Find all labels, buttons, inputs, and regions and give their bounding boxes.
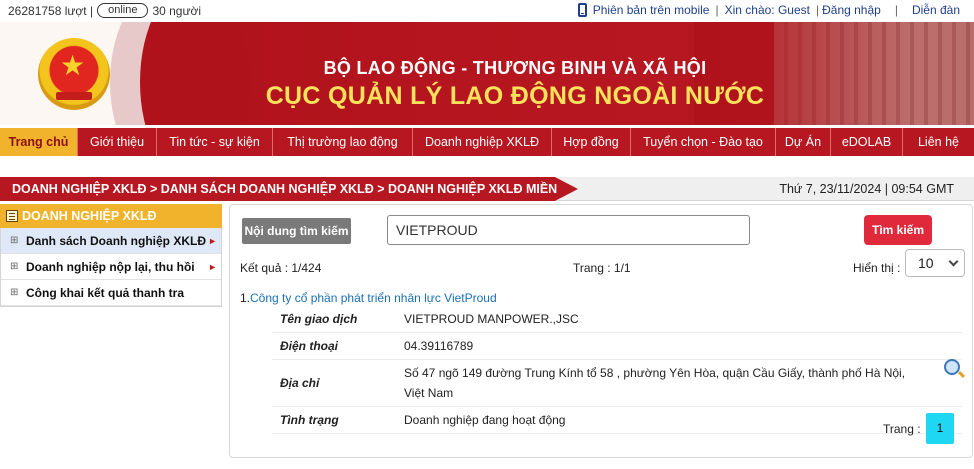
expand-plus-icon: ⊞ bbox=[10, 287, 19, 298]
page-size-value: 10 bbox=[918, 255, 934, 271]
site-header: ★ BỘ LAO ĐỘNG - THƯƠNG BINH VÀ XÃ HỘI CỤ… bbox=[0, 22, 974, 125]
sidebar-item-inspection[interactable]: ⊞ Công khai kết quả thanh tra bbox=[1, 280, 221, 306]
detail-value: VIETPROUD MANPOWER.,JSC bbox=[404, 306, 962, 333]
current-datetime: Thứ 7, 23/11/2024 | 09:54 GMT bbox=[779, 182, 954, 196]
detail-value: 04.39116789 bbox=[404, 332, 962, 360]
search-input[interactable] bbox=[387, 215, 750, 245]
main-nav: Trang chủ Giới thiệu Tin tức - sự kiện T… bbox=[0, 128, 974, 156]
table-row: Tình trạng Doanh nghiệp đang hoạt động bbox=[272, 406, 962, 434]
search-results-panel: Nội dung tìm kiếm Tìm kiếm Kết quả : 1/4… bbox=[229, 204, 973, 458]
list-icon bbox=[6, 210, 18, 222]
breadcrumb[interactable]: DOANH NGHIỆP XKLĐ > DANH SÁCH DOANH NGHI… bbox=[0, 177, 578, 201]
separator: | bbox=[894, 3, 898, 17]
breadcrumb-bar: DOANH NGHIỆP XKLĐ > DANH SÁCH DOANH NGHI… bbox=[0, 177, 974, 201]
expand-plus-icon: ⊞ bbox=[10, 261, 19, 272]
detail-key: Điện thoại bbox=[272, 332, 404, 360]
emblem-star: ★ bbox=[60, 50, 86, 81]
detail-value: Số 47 ngõ 149 đường Trung Kính tổ 58 , p… bbox=[404, 359, 962, 407]
chevron-down-icon bbox=[948, 256, 959, 267]
company-index: 1. bbox=[240, 291, 251, 305]
page-button-1[interactable]: 1 bbox=[926, 413, 954, 444]
search-label: Nội dung tìm kiếm bbox=[242, 218, 351, 244]
sidebar-item-revoked[interactable]: ⊞ Doanh nghiệp nộp lại, thu hồi ► bbox=[1, 254, 221, 280]
online-badge: online bbox=[97, 3, 149, 18]
page-size-label: Hiển thị : bbox=[853, 261, 901, 275]
sidebar: DOANH NGHIỆP XKLĐ ⊞ Danh sách Doanh nghi… bbox=[0, 204, 222, 307]
result-count: Kết quả : 1/424 bbox=[240, 261, 322, 275]
company-heading: 1.Công ty cổ phần phát triển nhân lực Vi… bbox=[240, 291, 497, 305]
separator: | bbox=[715, 3, 719, 17]
table-row: Địa chỉ Số 47 ngõ 149 đường Trung Kính t… bbox=[272, 359, 962, 407]
department-title: CỤC QUẢN LÝ LAO ĐỘNG NGOÀI NƯỚC bbox=[265, 82, 765, 110]
expand-plus-icon: ⊞ bbox=[10, 235, 19, 246]
pager-label: Trang : bbox=[883, 422, 921, 436]
visit-count: 26281758 lượt | bbox=[8, 3, 94, 18]
nav-home[interactable]: Trang chủ bbox=[0, 128, 78, 156]
nav-about[interactable]: Giới thiệu bbox=[78, 128, 157, 156]
nav-projects[interactable]: Dự Án bbox=[776, 128, 831, 156]
sidebar-title: DOANH NGHIỆP XKLĐ bbox=[0, 204, 222, 228]
nav-contact[interactable]: Liên hệ bbox=[903, 128, 974, 156]
online-people: 30 người bbox=[152, 3, 202, 18]
mobile-version-link[interactable]: Phiên bản trên mobile bbox=[593, 3, 710, 17]
top-bar: 26281758 lượt | online 30 người Phiên bả… bbox=[0, 0, 974, 22]
arrow-right-icon: ► bbox=[208, 262, 217, 272]
login-link[interactable]: Đăng nhập bbox=[822, 3, 881, 17]
nav-labor-market[interactable]: Thị trường lao động bbox=[273, 128, 413, 156]
detail-key: Địa chỉ bbox=[272, 359, 404, 407]
nav-edolab[interactable]: eDOLAB bbox=[831, 128, 903, 156]
sidebar-item-label: Danh sách Doanh nghiệp XKLĐ bbox=[26, 234, 207, 248]
top-links: Phiên bản trên mobile | Xin chào: Guest … bbox=[577, 3, 960, 17]
national-emblem-icon[interactable]: ★ bbox=[38, 38, 110, 110]
ministry-title: BỘ LAO ĐỘNG - THƯƠNG BINH VÀ XÃ HỘI bbox=[323, 58, 707, 78]
sidebar-item-enterprise-list[interactable]: ⊞ Danh sách Doanh nghiệp XKLĐ ► bbox=[1, 228, 221, 254]
sidebar-menu: ⊞ Danh sách Doanh nghiệp XKLĐ ► ⊞ Doanh … bbox=[0, 228, 222, 307]
arrow-right-icon: ► bbox=[208, 236, 217, 246]
search-button[interactable]: Tìm kiếm bbox=[864, 215, 932, 245]
separator: | bbox=[815, 3, 820, 17]
sidebar-title-text: DOANH NGHIỆP XKLĐ bbox=[22, 209, 157, 223]
detail-key: Tên giao dịch bbox=[272, 306, 404, 333]
company-name-link[interactable]: Công ty cổ phần phát triển nhân lực Viet… bbox=[250, 291, 497, 305]
nav-contracts[interactable]: Hợp đồng bbox=[552, 128, 631, 156]
sidebar-item-label: Doanh nghiệp nộp lại, thu hồi bbox=[26, 260, 195, 274]
company-details: Tên giao dịch VIETPROUD MANPOWER.,JSC Đi… bbox=[272, 306, 962, 434]
emblem-ribbon bbox=[56, 92, 92, 100]
mobile-phone-icon bbox=[577, 3, 587, 17]
nav-export-enterprises[interactable]: Doanh nghiệp XKLĐ bbox=[413, 128, 552, 156]
nav-recruitment-training[interactable]: Tuyển chọn - Đào tạo bbox=[631, 128, 776, 156]
visit-counter: 26281758 lượt | online 30 người bbox=[8, 3, 201, 18]
page-info: Trang : 1/1 bbox=[573, 261, 631, 275]
table-row: Điện thoại 04.39116789 bbox=[272, 332, 962, 360]
page-size-select[interactable]: 10 bbox=[905, 249, 965, 277]
detail-key: Tình trạng bbox=[272, 406, 404, 434]
detail-value: Doanh nghiệp đang hoạt động bbox=[404, 406, 962, 434]
forum-link[interactable]: Diễn đàn bbox=[912, 3, 960, 17]
table-row: Tên giao dịch VIETPROUD MANPOWER.,JSC bbox=[272, 306, 962, 333]
greeting-text: Xin chào: Guest bbox=[724, 3, 810, 17]
sidebar-item-label: Công khai kết quả thanh tra bbox=[26, 286, 185, 300]
nav-news[interactable]: Tin tức - sự kiện bbox=[157, 128, 273, 156]
magnifier-icon[interactable] bbox=[944, 359, 960, 375]
